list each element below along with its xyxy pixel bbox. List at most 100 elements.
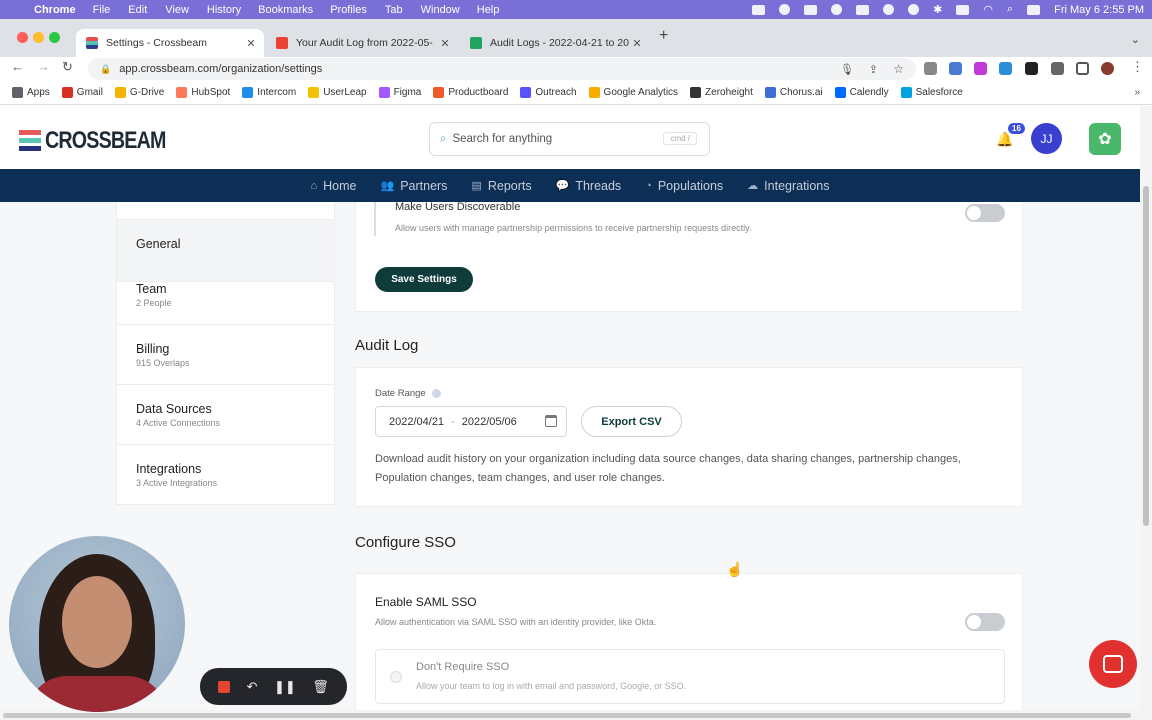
menu-file[interactable]: File (93, 4, 111, 16)
bookmark-intercom[interactable]: Intercom (242, 87, 296, 98)
nav-item-populations[interactable]: ◔ Populations (645, 179, 723, 193)
menubar-clock[interactable]: Fri May 6 2:55 PM (1054, 4, 1144, 16)
calendar-icon[interactable] (545, 415, 557, 427)
address-bar[interactable]: 🔒 app.crossbeam.com/organization/setting… (88, 58, 916, 80)
sidebar-item-integrations[interactable]: Integrations 3 Active Integrations (117, 445, 334, 505)
bookmark-g-drive[interactable]: G-Drive (114, 87, 164, 98)
bookmark-userleap[interactable]: UserLeap (308, 87, 367, 98)
bookmark-productboard[interactable]: Productboard (433, 87, 508, 98)
reload-icon[interactable]: ↻ (62, 59, 73, 75)
status-icon[interactable] (804, 4, 818, 15)
menu-window[interactable]: Window (421, 4, 460, 16)
status-icon[interactable] (779, 4, 791, 15)
date-range-picker[interactable]: 2022/04/21 - 2022/05/06 (375, 406, 567, 437)
nav-item-reports[interactable]: ▤ Reports (471, 179, 531, 193)
bookmark-star-icon[interactable]: ☆ (893, 62, 904, 76)
nav-item-home[interactable]: ⌂ Home (310, 179, 356, 193)
nav-item-threads[interactable]: 💬 Threads (556, 179, 622, 193)
maximize-window-icon[interactable] (49, 32, 60, 43)
vertical-scrollbar[interactable] (1140, 106, 1152, 710)
sidebar-item-team[interactable]: Team 2 People (117, 265, 334, 325)
camera-extension-icon[interactable] (924, 62, 937, 75)
bookmark-apps[interactable]: Apps (12, 87, 50, 98)
side-panel-icon[interactable] (1076, 62, 1089, 75)
bookmarks-bar: Apps Gmail G-Drive HubSpot Intercom UserLeap F… (0, 81, 1152, 105)
status-icon[interactable] (908, 4, 920, 15)
crossbeam-logo[interactable]: CROSSBEAM (19, 127, 192, 155)
menubar-app-name[interactable]: Chrome (34, 4, 76, 16)
extension-icon[interactable] (974, 62, 987, 75)
menu-history[interactable]: History (207, 4, 241, 16)
intercom-chat-launcher[interactable] (1089, 640, 1137, 688)
undo-recording-icon[interactable]: ↶ (247, 679, 258, 695)
pause-recording-icon[interactable]: ❚❚ (274, 679, 296, 695)
status-icon[interactable] (883, 4, 895, 15)
discoverable-toggle[interactable] (965, 204, 1005, 222)
sidebar-item-billing[interactable]: Billing 915 Overlaps (117, 325, 334, 385)
date-separator: - (451, 415, 455, 428)
close-window-icon[interactable] (17, 32, 28, 43)
back-arrow-icon[interactable]: ← (11, 59, 24, 74)
bookmark-outreach[interactable]: Outreach (520, 87, 577, 98)
browser-tab[interactable]: Audit Logs - 2022-04-21 to 20 ✕ (460, 29, 650, 57)
extension-icon[interactable] (999, 62, 1012, 75)
export-csv-button[interactable]: Export CSV (581, 406, 682, 437)
puzzle-extensions-icon[interactable] (1051, 62, 1064, 75)
status-icon[interactable] (752, 4, 766, 15)
menu-help[interactable]: Help (477, 4, 500, 16)
menu-edit[interactable]: Edit (128, 4, 147, 16)
grammarly-extension-icon[interactable] (1025, 62, 1038, 75)
bookmark-hubspot[interactable]: HubSpot (176, 87, 230, 98)
menu-tab[interactable]: Tab (385, 4, 403, 16)
minimize-window-icon[interactable] (33, 32, 44, 43)
tab-search-chevron-icon[interactable]: ⌄ (1131, 33, 1140, 46)
user-avatar[interactable]: JJ (1031, 123, 1062, 154)
scrollbar-thumb[interactable] (1143, 186, 1149, 526)
radio-button[interactable] (390, 671, 402, 683)
control-center-icon[interactable] (1027, 4, 1041, 15)
bookmark-salesforce[interactable]: Salesforce (900, 87, 963, 98)
new-tab-button[interactable]: + (659, 27, 668, 45)
sidebar-item-data-sources[interactable]: Data Sources 4 Active Connections (117, 385, 334, 445)
bookmark-calendly[interactable]: Calendly (834, 87, 889, 98)
status-icon[interactable] (831, 4, 843, 15)
bookmark-gmail[interactable]: Gmail (61, 87, 103, 98)
menu-view[interactable]: View (165, 4, 189, 16)
scrollbar-thumb[interactable] (3, 713, 1131, 718)
battery-icon[interactable] (956, 4, 970, 15)
bookmark-google-analytics[interactable]: Google Analytics (588, 87, 678, 98)
horizontal-scrollbar[interactable] (0, 710, 1152, 720)
forward-arrow-icon[interactable]: → (37, 59, 50, 74)
wifi-icon[interactable]: ◠ (983, 3, 993, 16)
close-tab-icon[interactable]: ✕ (438, 37, 452, 50)
bookmark-zeroheight[interactable]: Zeroheight (690, 87, 753, 98)
enable-saml-sso-toggle[interactable] (965, 613, 1005, 631)
cloud-icon[interactable] (856, 4, 870, 15)
microphone-icon[interactable]: 🎙 (840, 63, 854, 76)
browser-tab-active[interactable]: Settings - Crossbeam ✕ (76, 29, 264, 57)
share-icon[interactable]: ⇪ (869, 63, 878, 76)
global-search-input[interactable]: ⌕ Search for anything cmd / (429, 122, 710, 156)
close-tab-icon[interactable]: ✕ (244, 37, 258, 50)
save-settings-button[interactable]: Save Settings (375, 267, 473, 292)
close-tab-icon[interactable]: ✕ (630, 37, 644, 50)
gift-icon[interactable]: ✿ (1089, 123, 1121, 155)
bookmark-figma[interactable]: Figma (378, 87, 421, 98)
delete-recording-icon[interactable]: 🗑 (312, 679, 329, 695)
extension-icon[interactable] (949, 62, 962, 75)
bluetooth-icon[interactable]: ✱ (933, 3, 942, 16)
browser-tab[interactable]: Your Audit Log from 2022-05- ✕ (266, 29, 458, 57)
bookmarks-overflow-icon[interactable]: » (1134, 87, 1140, 98)
bookmark-chorus-ai[interactable]: Chorus.ai (764, 87, 823, 98)
profile-avatar-icon[interactable] (1101, 62, 1114, 75)
menu-profiles[interactable]: Profiles (330, 4, 367, 16)
bookmark-favicon-icon (242, 87, 254, 98)
stop-recording-icon[interactable] (218, 680, 231, 693)
info-icon[interactable] (431, 389, 441, 398)
nav-item-integrations[interactable]: ☁ Integrations (747, 179, 829, 193)
kebab-menu-icon[interactable]: ⋮ (1131, 59, 1144, 75)
dont-require-sso-option[interactable]: Don't Require SSO Allow your team to log… (375, 649, 1005, 704)
nav-item-partners[interactable]: 👥 Partners (380, 179, 447, 193)
menu-bookmarks[interactable]: Bookmarks (258, 4, 313, 16)
spotlight-icon[interactable]: ⌕ (1007, 3, 1013, 16)
